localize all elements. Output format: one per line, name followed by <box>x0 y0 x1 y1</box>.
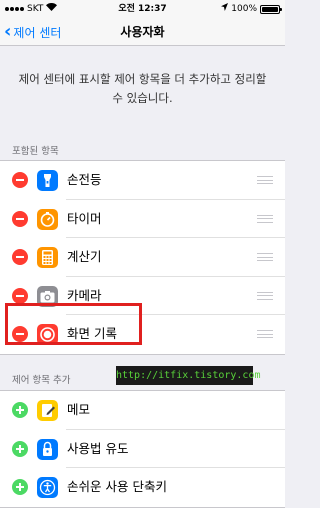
list-item: 계산기 <box>0 238 285 277</box>
remove-button[interactable] <box>12 172 28 188</box>
included-section-header: 포함된 항목 <box>12 146 59 157</box>
watermark: http://itfix.tistory.com <box>116 366 261 385</box>
more-controls-list: 메모 사용법 유도 손쉬운 사용 단축키 <box>0 390 285 508</box>
navigation-bar: ‹ 제어 센터 사용자화 <box>0 18 285 46</box>
reorder-handle[interactable] <box>257 291 273 300</box>
reorder-handle[interactable] <box>257 214 273 223</box>
page-title: 사용자화 <box>120 25 165 39</box>
add-button[interactable] <box>12 479 28 495</box>
item-label: 메모 <box>67 402 91 417</box>
reorder-handle[interactable] <box>257 330 273 338</box>
item-label: 손전등 <box>67 172 102 187</box>
location-icon <box>221 0 229 18</box>
description-text: 제어 센터에 표시할 제어 항목을 더 추가하고 정리할 수 있습니다. <box>18 72 267 105</box>
highlight-box <box>5 303 142 345</box>
item-label: 타이머 <box>67 210 102 226</box>
list-item: 손전등 <box>0 161 285 200</box>
item-label: 손쉬운 사용 단축키 <box>67 479 167 494</box>
guided-access-icon <box>37 438 58 460</box>
more-controls-section-header: 제어 항목 추가 <box>12 375 71 386</box>
item-label: 사용법 유도 <box>67 440 129 456</box>
list-item: 타이머 <box>0 200 285 238</box>
remove-button[interactable] <box>12 249 28 265</box>
calculator-icon <box>37 247 58 268</box>
notes-icon <box>37 400 58 421</box>
list-item: 사용법 유도 <box>0 430 285 468</box>
list-item: 손쉬운 사용 단축키 <box>0 468 285 507</box>
reorder-handle[interactable] <box>257 253 273 261</box>
battery-icon <box>260 4 282 14</box>
item-label: 계산기 <box>67 249 102 264</box>
remove-button[interactable] <box>12 210 28 227</box>
timer-icon <box>37 208 58 230</box>
reorder-handle[interactable] <box>257 176 273 184</box>
battery-text: 100% <box>231 4 257 14</box>
flashlight-icon <box>37 170 58 191</box>
add-button[interactable] <box>12 402 28 418</box>
list-item: 메모 <box>0 391 285 430</box>
accessibility-icon <box>37 477 58 498</box>
status-bar: SKT 오전 12:37 100% <box>0 0 285 18</box>
status-right: 100% <box>221 0 282 18</box>
battery-fill <box>262 6 278 12</box>
add-button[interactable] <box>12 440 28 457</box>
remove-button[interactable] <box>12 287 28 304</box>
